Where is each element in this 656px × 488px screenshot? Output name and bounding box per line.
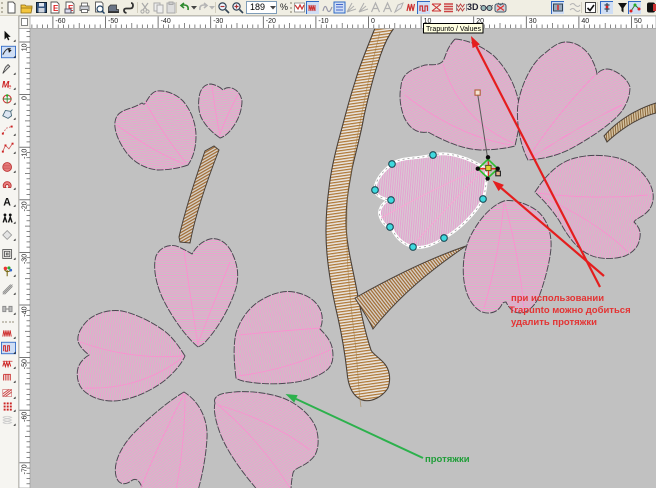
svg-text:при использовании: при использовании [511, 293, 604, 304]
svg-text:Trapunto можно добиться: Trapunto можно добиться [509, 305, 631, 316]
svg-text:-40: -40 [22, 306, 29, 316]
svg-text:удалить протяжки: удалить протяжки [511, 317, 597, 328]
svg-text:-70: -70 [22, 464, 29, 474]
svg-text:-40: -40 [161, 18, 171, 25]
svg-text:-60: -60 [22, 412, 29, 422]
svg-text:протяжки: протяжки [425, 454, 470, 465]
svg-text:-10: -10 [22, 149, 29, 159]
svg-text:40: 40 [581, 18, 589, 25]
svg-text:0: 0 [371, 18, 375, 25]
svg-text:-20: -20 [266, 18, 276, 25]
svg-text:0: 0 [22, 96, 29, 100]
svg-text:-60: -60 [55, 18, 65, 25]
svg-text:-50: -50 [22, 359, 29, 369]
svg-text:30: 30 [529, 18, 537, 25]
svg-text:-10: -10 [318, 18, 328, 25]
svg-text:Trapunto / Values: Trapunto / Values [426, 26, 481, 33]
svg-text:-50: -50 [108, 18, 118, 25]
svg-text:-20: -20 [22, 201, 29, 211]
svg-text:50: 50 [634, 18, 642, 25]
svg-text:-30: -30 [22, 254, 29, 264]
svg-text:-30: -30 [213, 18, 223, 25]
